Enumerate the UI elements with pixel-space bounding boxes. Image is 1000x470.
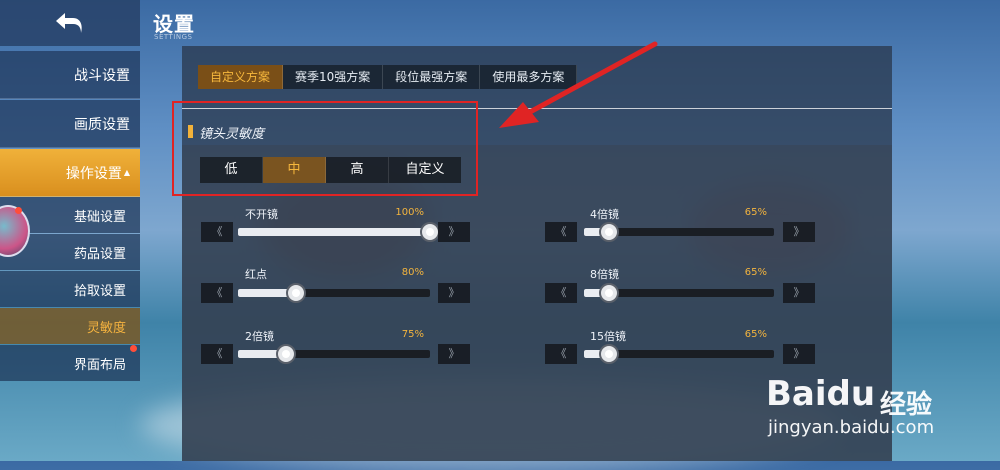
decrease-button[interactable]: 《 — [545, 283, 577, 303]
decrease-button[interactable]: 《 — [201, 344, 233, 364]
annotation-highlight-box — [172, 101, 478, 196]
slider-track[interactable] — [238, 283, 430, 303]
slider-label: 8倍镜 — [590, 268, 619, 281]
sidebar-item-label: 画质设置 — [74, 116, 130, 133]
slider-label: 红点 — [245, 268, 267, 281]
watermark-url: jingyan.baidu.com — [768, 417, 935, 438]
tab-rank-best-scheme[interactable]: 段位最强方案 — [383, 65, 481, 89]
caret-up-icon: ▲ — [123, 168, 130, 177]
slider-label: 4倍镜 — [590, 208, 619, 221]
sidebar-subitem-label: 界面布局 — [73, 357, 126, 373]
slider-fill — [238, 228, 430, 236]
sidebar-subitem-label: 灵敏度 — [86, 320, 126, 336]
sidebar-subitem-layout[interactable]: 界面布局 — [0, 345, 140, 381]
increase-button[interactable]: 》 — [438, 344, 470, 364]
watermark-cn-text: 经验 — [880, 390, 933, 420]
decrease-button[interactable]: 《 — [201, 222, 233, 242]
slider-thumb[interactable] — [285, 283, 306, 303]
sidebar-subitem-label: 拾取设置 — [73, 283, 126, 299]
slider-thumb[interactable] — [598, 222, 619, 242]
slider-track[interactable] — [584, 283, 774, 303]
increase-button[interactable]: 》 — [783, 222, 815, 242]
annotation-arrow — [499, 41, 658, 128]
sidebar-item-label: 操作设置 — [65, 165, 122, 182]
slider-track[interactable] — [584, 222, 774, 242]
slider-thumb[interactable] — [598, 283, 619, 303]
slider-track[interactable] — [238, 344, 430, 364]
increase-button[interactable]: 》 — [783, 344, 815, 364]
sidebar-item-combat[interactable]: 战斗设置 — [0, 51, 140, 99]
slider-value: 65% — [744, 329, 767, 340]
sidebar-subitem-sensitivity[interactable]: 灵敏度 — [0, 308, 140, 344]
watermark-logo: Baidu — [766, 374, 876, 414]
slider-label: 15倍镜 — [590, 330, 626, 343]
slider-value: 75% — [401, 329, 424, 340]
increase-button[interactable]: 》 — [438, 222, 470, 242]
slider-value: 65% — [744, 267, 767, 278]
notification-dot — [130, 345, 137, 352]
slider-thumb[interactable] — [598, 344, 619, 364]
back-arrow-icon — [56, 13, 82, 33]
slider-label: 不开镜 — [245, 208, 278, 221]
sidebar-subitem-label: 基础设置 — [73, 209, 126, 225]
slider-track[interactable] — [584, 344, 774, 364]
slider-value: 65% — [744, 207, 767, 218]
back-button[interactable] — [0, 0, 140, 46]
slider-track[interactable] — [238, 222, 440, 242]
slider-thumb[interactable] — [420, 222, 440, 242]
decrease-button[interactable]: 《 — [201, 283, 233, 303]
page-subtitle: SETTINGS — [154, 33, 193, 41]
tab-custom-scheme[interactable]: 自定义方案 — [198, 65, 284, 89]
slider-value: 100% — [395, 207, 424, 218]
increase-button[interactable]: 》 — [438, 283, 470, 303]
decrease-button[interactable]: 《 — [545, 222, 577, 242]
tab-season-top10-scheme[interactable]: 赛季10强方案 — [283, 65, 384, 89]
sidebar-subitem-pickup[interactable]: 拾取设置 — [0, 271, 140, 307]
slider-label: 2倍镜 — [245, 330, 274, 343]
sidebar-item-graphics[interactable]: 画质设置 — [0, 100, 140, 148]
sidebar-subitem-label: 药品设置 — [73, 246, 126, 262]
sidebar-item-controls[interactable]: 操作设置 ▲ — [0, 149, 140, 197]
sidebar-item-label: 战斗设置 — [74, 67, 130, 84]
notification-dot — [15, 207, 22, 214]
slider-value: 80% — [401, 267, 424, 278]
decrease-button[interactable]: 《 — [545, 344, 577, 364]
increase-button[interactable]: 》 — [783, 283, 815, 303]
slider-thumb[interactable] — [276, 344, 296, 364]
